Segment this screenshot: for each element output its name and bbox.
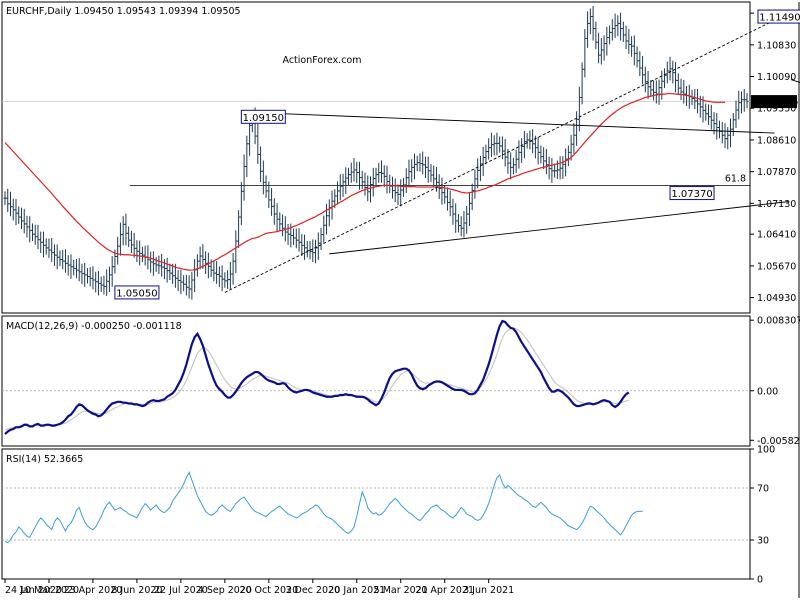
current-price-label: 1.09505 xyxy=(755,97,798,108)
eurchf-chart: ActionForex.com1.115701.108301.100901.09… xyxy=(1,1,800,598)
main-panel-title: EURCHF,Daily 1.09450 1.09543 1.09394 1.0… xyxy=(6,6,241,17)
main-ytick-label: 1.05670 xyxy=(757,261,796,272)
level-label: 1.09150 xyxy=(243,113,284,124)
macd-panel-frame xyxy=(1,315,751,447)
rsi-ytick-label: 100 xyxy=(757,445,775,456)
macd-ytick-label: 0.008307 xyxy=(757,316,800,327)
main-ytick-label: 1.04930 xyxy=(757,293,796,304)
xtick-label: 3 Jun 2021 xyxy=(463,585,514,596)
rsi-panel-title: RSI(14) 52.3665 xyxy=(6,454,83,465)
level-label: 1.07370 xyxy=(671,189,712,200)
main-ytick-label: 1.06410 xyxy=(757,230,796,241)
macd-ytick-label: 0.00 xyxy=(757,386,778,397)
rsi-ytick-label: 70 xyxy=(757,484,769,495)
main-ytick-label: 1.10830 xyxy=(757,40,796,51)
main-ytick-label: 1.08610 xyxy=(757,135,796,146)
trendline xyxy=(329,201,789,255)
level-label: 1.11490 xyxy=(759,13,800,24)
main-ytick-label: 1.10090 xyxy=(757,72,796,83)
trendline xyxy=(263,112,775,134)
fib-label: 61.8 xyxy=(725,173,746,184)
rsi-ytick-label: 30 xyxy=(757,536,769,547)
macd-signal-line xyxy=(4,327,629,431)
chart-root: ActionForex.com1.115701.108301.100901.09… xyxy=(0,0,800,600)
main-ytick-label: 1.07870 xyxy=(757,167,796,178)
level-label: 1.05050 xyxy=(116,288,157,299)
macd-line xyxy=(4,319,630,435)
watermark-text: ActionForex.com xyxy=(283,55,362,66)
rsi-panel-frame xyxy=(1,448,751,580)
rsi-line xyxy=(4,471,643,544)
macd-panel-title: MACD(12,26,9) -0.000250 -0.001118 xyxy=(6,321,182,332)
rsi-ytick-label: 0 xyxy=(757,575,763,586)
